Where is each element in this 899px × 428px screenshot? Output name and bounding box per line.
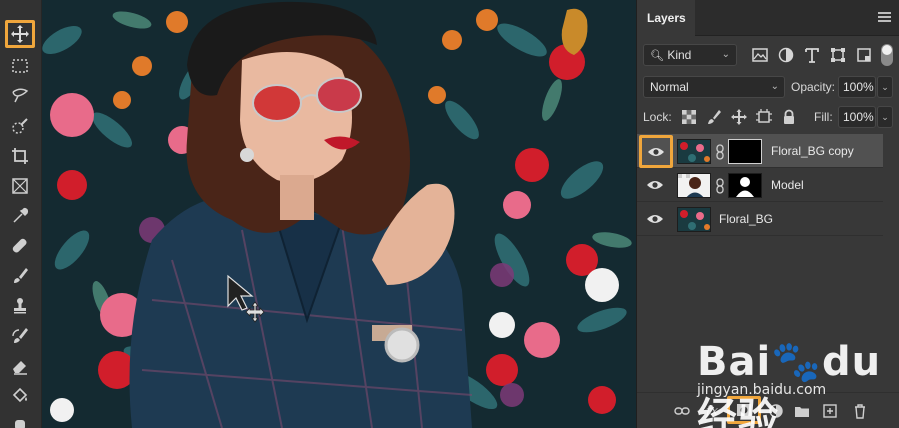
brush-icon [14,268,28,283]
image-filter-icon[interactable] [751,46,769,64]
panel-tab-bar: Layers [637,0,899,36]
fill-label: Fill: [814,110,833,124]
layer-filter-row: 🔍︎ Kind ⌄ [643,44,895,66]
paint-bucket-icon [12,387,28,403]
lock-artboard-icon[interactable] [756,109,772,125]
visibility-toggle[interactable] [637,168,672,202]
bandage-icon [12,238,27,253]
visibility-toggle[interactable] [639,135,673,168]
brush-tool[interactable] [5,262,35,290]
smart-object-filter-icon[interactable] [855,46,873,64]
mask-link-icon[interactable] [715,144,725,160]
fist-icon [15,420,25,428]
visibility-toggle[interactable] [637,202,672,236]
blend-mode-value: Normal [650,80,689,94]
crop-tool[interactable] [5,142,35,170]
lock-transparent-pixels-icon[interactable] [681,109,697,125]
filter-kind-select[interactable]: 🔍︎ Kind ⌄ [643,44,737,66]
lock-image-pixels-icon[interactable] [706,109,722,125]
lock-label: Lock: [643,110,672,124]
lasso-icon [12,88,29,103]
panel-menu-icon[interactable] [878,12,891,23]
eraser-tool[interactable] [5,352,35,380]
filter-toggle-switch[interactable] [881,44,893,66]
search-icon: 🔍︎ [650,50,664,62]
shape-filter-icon[interactable] [829,46,847,64]
lasso-tool[interactable] [5,82,35,110]
opacity-label: Opacity: [791,80,836,94]
eye-icon [646,181,663,189]
crop-icon [12,148,28,164]
lock-position-icon[interactable] [731,109,747,125]
eyedropper-tool[interactable] [5,202,35,230]
quick-selection-icon [12,118,28,134]
history-brush-icon [12,328,28,343]
baidu-watermark: Bai🐾du 经验 jingyan.baidu.com [697,330,887,428]
move-icon [11,25,29,43]
lock-all-icon[interactable] [781,109,797,125]
watermark-url: jingyan.baidu.com [697,382,827,398]
fill-dropdown-chevron-icon[interactable]: ⌄ [877,106,893,128]
layer-row-floral-bg[interactable]: Floral_BG [637,202,883,236]
adjustment-filter-icon[interactable] [777,46,795,64]
document-canvas[interactable] [42,0,636,428]
chevron-down-icon: ⌄ [721,49,730,60]
opacity-input[interactable]: 100% [838,76,876,98]
filter-kind-label: Kind [667,48,692,62]
eye-icon [648,147,664,156]
link-layers-icon[interactable] [673,402,691,420]
fill-input[interactable]: 100% [838,106,876,128]
eyedropper-icon [13,207,29,223]
blend-mode-select[interactable]: Normal ⌄ [643,76,785,98]
layers-list: Floral_BG copy Model Floral_BG [637,134,883,236]
move-tool[interactable] [5,20,35,48]
quick-selection-tool[interactable] [5,112,35,140]
floral-model-artwork [42,0,636,428]
blend-row: Normal ⌄ Opacity: 100% ⌄ [643,76,895,98]
eye-icon [646,215,663,223]
chevron-down-icon: ⌄ [770,81,779,92]
more-tools[interactable] [5,410,35,428]
tab-layers[interactable]: Layers [637,0,695,36]
marquee-icon [12,59,28,73]
layer-row-floral-bg-copy[interactable]: Floral_BG copy [637,134,883,168]
layer-name[interactable]: Model [771,168,804,202]
layer-name[interactable]: Floral_BG copy [771,134,854,168]
eraser-icon [13,361,27,375]
frame-tool[interactable] [5,172,35,200]
frame-icon [12,178,28,194]
layer-mask-thumbnail[interactable] [728,139,762,164]
layer-name[interactable]: Floral_BG [719,202,773,236]
opacity-dropdown-chevron-icon[interactable]: ⌄ [877,76,893,98]
stamp-icon [14,298,26,314]
history-brush-tool[interactable] [5,322,35,350]
healing-brush-tool[interactable] [5,232,35,260]
clone-stamp-tool[interactable] [5,292,35,320]
marquee-tool[interactable] [5,52,35,80]
paint-bucket-tool[interactable] [5,382,35,410]
tools-panel [0,0,42,428]
mask-link-icon[interactable] [715,178,725,194]
layer-thumbnail [677,207,711,232]
layer-thumbnail [677,173,711,198]
type-filter-icon[interactable] [803,46,821,64]
layer-mask-thumbnail[interactable] [728,173,762,198]
lock-row: Lock: Fill: 100% ⌄ [643,106,895,128]
layer-thumbnail [677,139,711,164]
layer-row-model[interactable]: Model [637,168,883,202]
